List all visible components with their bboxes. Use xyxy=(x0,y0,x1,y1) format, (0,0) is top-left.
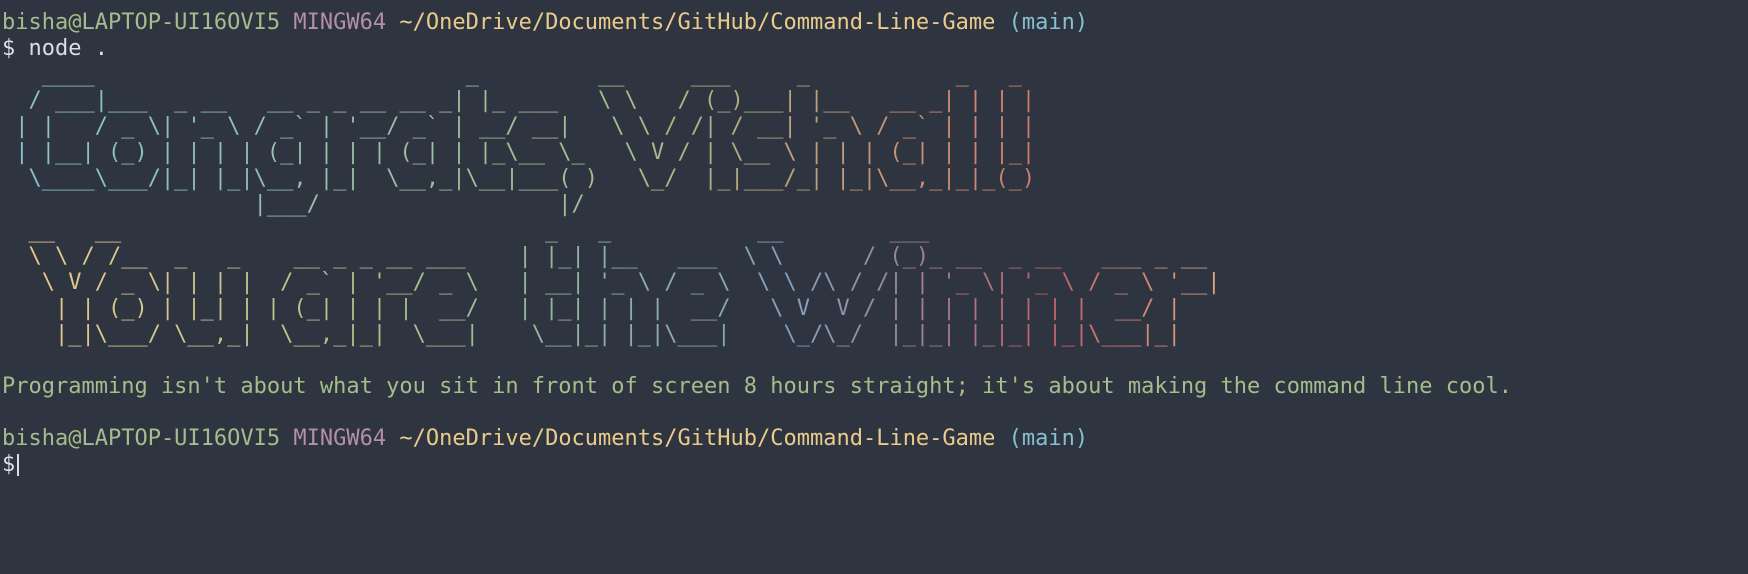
prompt-user-host: bisha@LAPTOP-UI16OVI5 xyxy=(2,10,281,35)
command-prompt-symbol: $ xyxy=(2,36,16,61)
prompt-path: ~/OneDrive/Documents/GitHub/Command-Line… xyxy=(399,426,996,451)
prompt-system: MINGW64 xyxy=(293,426,387,451)
ascii-art-winner: __ __ _ _ __ ___ \ \ / /__ _ _ __ _ _ __… xyxy=(2,218,1748,348)
prompt-line-1: bisha@LAPTOP-UI16OVI5 MINGW64 ~/OneDrive… xyxy=(2,10,1748,36)
prompt-line-2: bisha@LAPTOP-UI16OVI5 MINGW64 ~/OneDrive… xyxy=(2,426,1748,452)
prompt-system: MINGW64 xyxy=(293,10,387,35)
prompt-branch: (main) xyxy=(1008,426,1089,451)
command-text: node . xyxy=(28,36,108,61)
input-line[interactable]: $ xyxy=(2,452,1748,478)
output-message: Programming isn't about what you sit in … xyxy=(2,374,1512,399)
ascii-art-congrats: ____ _ __ ___ _ _ _ / ___|___ _ __ __ _ … xyxy=(2,62,1748,218)
input-prompt-symbol: $ xyxy=(2,452,16,477)
prompt-branch: (main) xyxy=(1008,10,1089,35)
terminal-window[interactable]: bisha@LAPTOP-UI16OVI5 MINGW64 ~/OneDrive… xyxy=(0,0,1748,574)
prompt-user-host: bisha@LAPTOP-UI16OVI5 xyxy=(2,426,281,451)
text-cursor[interactable] xyxy=(17,454,20,476)
command-line: $ node . xyxy=(2,36,1748,62)
prompt-path: ~/OneDrive/Documents/GitHub/Command-Line… xyxy=(399,10,996,35)
